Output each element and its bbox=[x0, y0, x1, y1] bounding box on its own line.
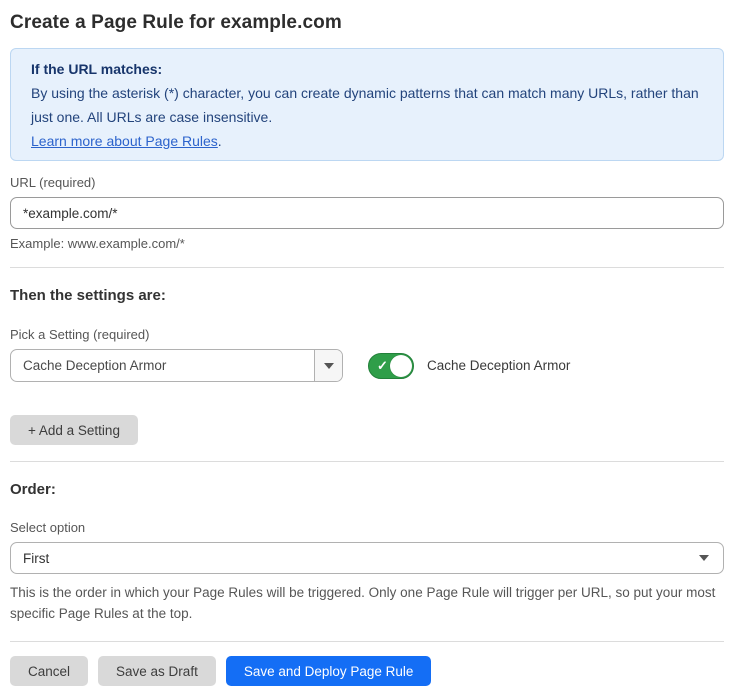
cancel-button[interactable]: Cancel bbox=[10, 656, 88, 686]
section-divider bbox=[10, 267, 724, 268]
setting-picker-dropdown[interactable]: Cache Deception Armor bbox=[10, 349, 343, 382]
chevron-down-icon bbox=[324, 363, 334, 369]
url-input[interactable] bbox=[10, 197, 724, 229]
page-rule-form: Create a Page Rule for example.com If th… bbox=[10, 12, 724, 686]
setting-picker-value: Cache Deception Armor bbox=[11, 350, 314, 381]
order-section-heading: Order: bbox=[10, 481, 724, 498]
setting-toggle-label: Cache Deception Armor bbox=[427, 358, 570, 373]
footer-actions: Cancel Save as Draft Save and Deploy Pag… bbox=[10, 656, 724, 686]
order-select-value: First bbox=[23, 551, 49, 566]
order-helper-text: This is the order in which your Page Rul… bbox=[10, 582, 724, 624]
section-divider bbox=[10, 641, 724, 642]
setting-toggle[interactable]: ✓ bbox=[368, 353, 414, 379]
toggle-knob bbox=[390, 355, 412, 377]
chevron-down-icon bbox=[699, 555, 709, 561]
url-field-label: URL (required) bbox=[10, 175, 724, 190]
setting-toggle-group: ✓ Cache Deception Armor bbox=[368, 353, 570, 379]
setting-row: Cache Deception Armor ✓ Cache Deception … bbox=[10, 349, 724, 382]
settings-section-heading: Then the settings are: bbox=[10, 287, 724, 304]
checkmark-icon: ✓ bbox=[377, 359, 388, 372]
info-box-body: By using the asterisk (*) character, you… bbox=[31, 81, 703, 129]
link-suffix: . bbox=[218, 133, 222, 149]
save-as-draft-button[interactable]: Save as Draft bbox=[98, 656, 216, 686]
url-match-info-box: If the URL matches: By using the asteris… bbox=[10, 48, 724, 161]
setting-picker-label: Pick a Setting (required) bbox=[10, 327, 724, 342]
section-divider bbox=[10, 461, 724, 462]
setting-picker-arrow-button[interactable] bbox=[314, 350, 342, 381]
url-field-helper: Example: www.example.com/* bbox=[10, 236, 724, 251]
order-select-dropdown[interactable]: First bbox=[10, 542, 724, 574]
save-and-deploy-button[interactable]: Save and Deploy Page Rule bbox=[226, 656, 432, 686]
order-select-label: Select option bbox=[10, 520, 724, 535]
info-box-heading: If the URL matches: bbox=[31, 57, 703, 81]
info-box-link-line: Learn more about Page Rules. bbox=[31, 129, 703, 153]
learn-more-link[interactable]: Learn more about Page Rules bbox=[31, 133, 218, 149]
page-title: Create a Page Rule for example.com bbox=[10, 12, 724, 34]
add-setting-button[interactable]: + Add a Setting bbox=[10, 415, 138, 445]
